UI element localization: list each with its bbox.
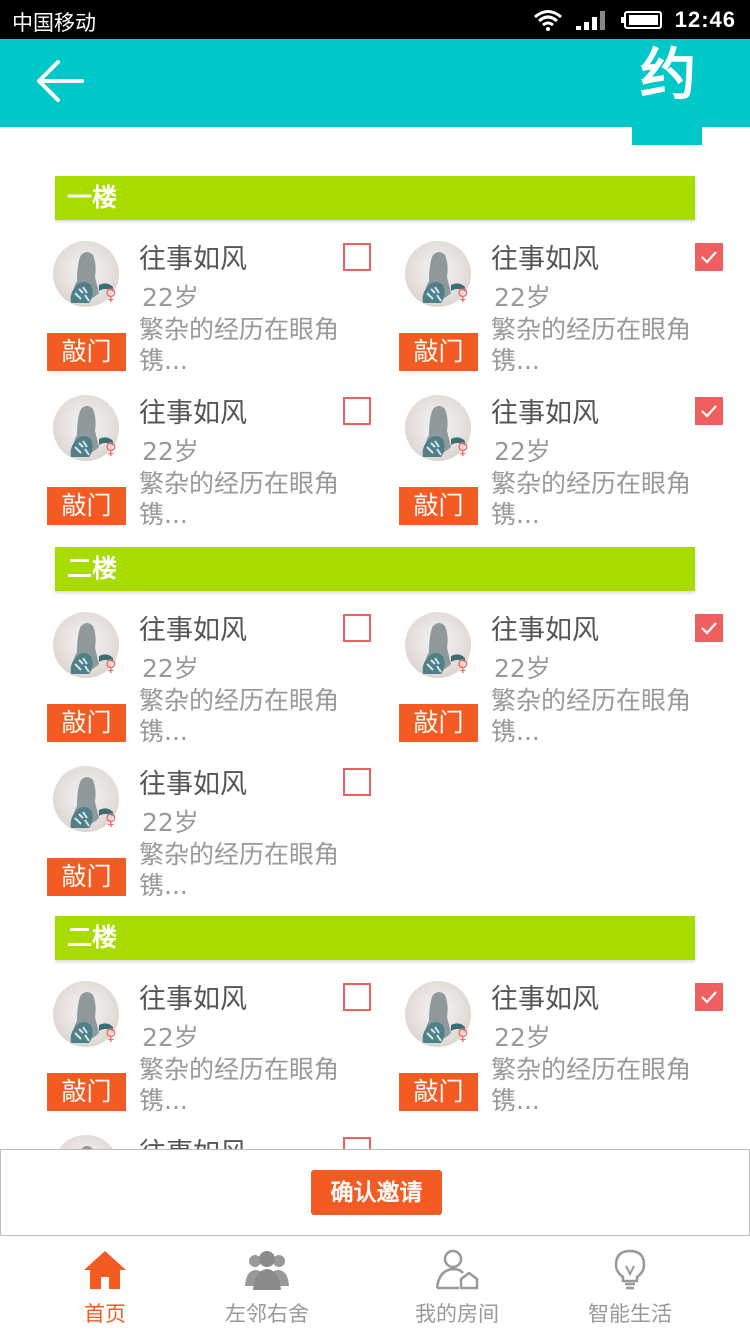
neighbors-icon (245, 1251, 289, 1290)
member-card[interactable]: ♀ 往事如风 22岁繁杂的经历在眼角镌... 敲门 (399, 395, 729, 545)
invite-badge-tail (632, 127, 702, 145)
member-card[interactable]: ♀ 往事如风 22岁繁杂的经历在眼角镌... 敲门 (47, 612, 377, 762)
invite-badge-label: 约 (640, 43, 696, 108)
battery-icon (620, 10, 662, 29)
carrier-name: 中国移动 (12, 11, 96, 35)
tab-my-room[interactable]: 我的房间 (362, 1236, 552, 1334)
my-room-icon (435, 1249, 479, 1290)
member-name: 往事如风 (139, 244, 247, 275)
floor-header: 一楼 (55, 176, 695, 220)
member-name: 往事如风 (491, 398, 599, 429)
member-name: 往事如风 (139, 615, 247, 646)
invite-checkbox[interactable] (343, 614, 371, 642)
home-icon (84, 1251, 126, 1289)
knock-button[interactable]: 敲门 (399, 487, 478, 525)
lightbulb-icon (614, 1249, 646, 1290)
invite-checkbox[interactable] (343, 397, 371, 425)
invite-checkbox[interactable] (695, 397, 723, 425)
member-age: 22岁 (494, 1023, 551, 1052)
member-card[interactable]: ♀ 往事如风 22岁繁杂的经历在眼角镌... 敲门 (399, 612, 729, 762)
member-card[interactable]: ♀ 往事如风 22岁繁杂的经历在眼角镌... 敲门 (47, 766, 377, 916)
member-name: 往事如风 (491, 615, 599, 646)
member-card[interactable]: ♀ 往事如风 22岁繁杂的经历在眼角镌... 敲门 (47, 395, 377, 545)
member-description: 繁杂的经历在眼角镌... (491, 469, 692, 529)
invite-checkbox[interactable] (695, 243, 723, 271)
member-name: 往事如风 (491, 244, 599, 275)
tab-smart-life[interactable]: 智能生活 (535, 1236, 725, 1334)
female-gender-icon: ♀ (105, 810, 117, 829)
member-description: 繁杂的经历在眼角镌... (491, 686, 692, 746)
clock: 12:46 (674, 6, 736, 32)
avatar[interactable] (53, 1135, 119, 1149)
member-description: 繁杂的经历在眼角镌... (139, 686, 340, 746)
member-description: 繁杂的经历在眼角镌... (139, 315, 340, 375)
status-bar: 中国移动 12:46 (0, 0, 750, 39)
member-description: 繁杂的经历在眼角镌... (139, 840, 340, 900)
member-age: 22岁 (142, 654, 199, 683)
action-bar: 确认邀请 (0, 1149, 750, 1236)
back-arrow-icon[interactable] (34, 57, 86, 105)
invite-checkbox[interactable] (695, 614, 723, 642)
female-gender-icon: ♀ (457, 656, 469, 675)
knock-button[interactable]: 敲门 (47, 487, 126, 525)
member-age: 22岁 (142, 808, 199, 837)
member-card[interactable]: ♀ 往事如风 22岁繁杂的经历在眼角镌... 敲门 (399, 981, 729, 1131)
female-gender-icon: ♀ (457, 439, 469, 458)
knock-button[interactable]: 敲门 (399, 1073, 478, 1111)
member-description: 繁杂的经历在眼角镌... (139, 469, 340, 529)
floor-list: 一楼 二楼 二楼 ♀ 往事如风 22岁 繁杂的经历在眼角镌... 敲门 ♀ 往事如风 22岁 繁杂的经… (0, 145, 750, 1149)
knock-button[interactable]: 敲门 (47, 704, 126, 742)
member-age: 22岁 (494, 437, 551, 466)
member-name: 往事如风 (139, 398, 247, 429)
member-age: 22岁 (142, 437, 199, 466)
female-gender-icon: ♀ (105, 285, 117, 304)
floor-header: 二楼 (55, 916, 695, 960)
knock-button[interactable]: 敲门 (399, 333, 478, 371)
bottom-tab-bar: 首页 左邻右舍 我的房间 智能生活 (0, 1236, 750, 1334)
member-name: 往事如风 (491, 984, 599, 1015)
floor-header: 二楼 (55, 547, 695, 591)
invite-checkbox[interactable] (695, 983, 723, 1011)
signal-icon (575, 10, 605, 30)
member-card[interactable]: ♀ 往事如风 22岁繁杂的经历在眼角镌... 敲门 (47, 241, 377, 391)
female-gender-icon: ♀ (105, 1025, 117, 1044)
member-age: 22岁 (142, 1023, 199, 1052)
invite-checkbox[interactable] (343, 983, 371, 1011)
member-age: 22岁 (142, 283, 199, 312)
member-name: 往事如风 (139, 984, 247, 1015)
knock-button[interactable]: 敲门 (47, 333, 126, 371)
confirm-invite-button[interactable]: 确认邀请 (311, 1170, 442, 1215)
tab-smart-life-label: 智能生活 (588, 1302, 672, 1326)
tab-my-room-label: 我的房间 (415, 1302, 499, 1326)
member-name: 往事如风 (139, 769, 247, 800)
member-description: 繁杂的经历在眼角镌... (491, 315, 692, 375)
knock-button[interactable]: 敲门 (47, 1073, 126, 1111)
member-description: 繁杂的经历在眼角镌... (139, 1055, 340, 1115)
knock-button[interactable]: 敲门 (399, 704, 478, 742)
invite-checkbox[interactable] (343, 768, 371, 796)
wifi-icon (533, 9, 562, 31)
invite-badge: 约 (632, 45, 702, 107)
knock-button[interactable]: 敲门 (47, 858, 126, 896)
member-card[interactable]: ♀ 往事如风 22岁繁杂的经历在眼角镌... 敲门 (47, 981, 377, 1131)
female-gender-icon: ♀ (105, 439, 117, 458)
member-name: 往事如风 (139, 1131, 247, 1149)
tab-neighbors[interactable]: 左邻右舍 (172, 1236, 362, 1334)
member-card[interactable]: ♀往事如风22岁繁杂的经历在眼角镌...敲门 (47, 1135, 377, 1149)
female-gender-icon: ♀ (457, 1025, 469, 1044)
member-description: 繁杂的经历在眼角镌... (491, 1055, 692, 1115)
invite-checkbox[interactable] (343, 243, 371, 271)
female-gender-icon: ♀ (105, 656, 117, 675)
member-age: 22岁 (494, 654, 551, 683)
invite-checkbox[interactable] (343, 1137, 371, 1149)
member-card[interactable]: ♀ 往事如风 22岁繁杂的经历在眼角镌... 敲门 (399, 241, 729, 391)
female-gender-icon: ♀ (457, 285, 469, 304)
member-age: 22岁 (494, 283, 551, 312)
tab-neighbors-label: 左邻右舍 (225, 1302, 309, 1326)
